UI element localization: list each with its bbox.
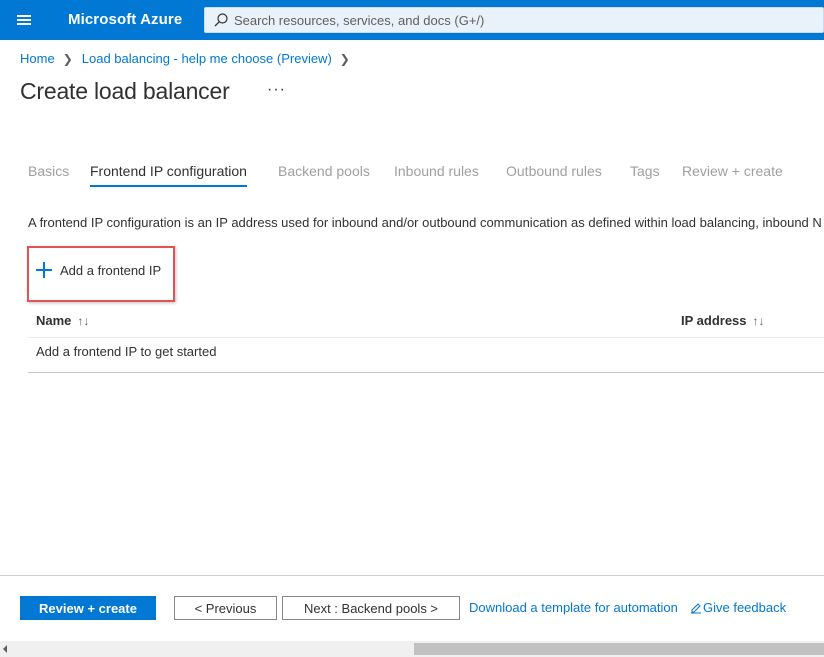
column-header-ip-address[interactable]: IP address ↑↓ — [681, 313, 765, 328]
search-input[interactable]: Search resources, services, and docs (G+… — [204, 7, 824, 33]
search-placeholder: Search resources, services, and docs (G+… — [234, 13, 485, 28]
description-text: A frontend IP configuration is an IP add… — [28, 215, 822, 230]
breadcrumb-home[interactable]: Home — [20, 51, 55, 66]
tab-tags[interactable]: Tags — [630, 163, 660, 179]
add-frontend-ip-label: Add a frontend IP — [60, 263, 162, 278]
feedback-icon — [691, 603, 701, 614]
top-bar: Microsoft Azure Search resources, servic… — [0, 0, 824, 40]
next-button[interactable]: Next : Backend pools > — [282, 596, 460, 620]
column-header-name[interactable]: Name ↑↓ — [36, 313, 89, 328]
previous-button[interactable]: < Previous — [174, 596, 277, 620]
grid-header: Name ↑↓ IP address ↑↓ — [28, 310, 824, 338]
grid-empty-row: Add a frontend IP to get started — [28, 338, 824, 373]
horizontal-scrollbar[interactable] — [0, 641, 824, 657]
tab-review-create[interactable]: Review + create — [682, 163, 783, 179]
breadcrumb: Home ❯ Load balancing - help me choose (Pr… — [20, 51, 359, 66]
search-icon — [214, 13, 228, 27]
download-template-link[interactable]: Download a template for automation — [469, 600, 678, 615]
tab-inbound-rules[interactable]: Inbound rules — [394, 163, 479, 179]
tab-basics[interactable]: Basics — [28, 163, 69, 179]
give-feedback-link[interactable]: Give feedback — [690, 600, 786, 615]
review-create-button[interactable]: Review + create — [20, 596, 156, 620]
hamburger-icon[interactable] — [9, 6, 39, 34]
chevron-right-icon: ❯ — [62, 52, 73, 66]
more-options-button[interactable]: ··· — [267, 81, 286, 99]
scrollbar-thumb[interactable] — [414, 643, 824, 655]
tab-frontend-ip-configuration[interactable]: Frontend IP configuration — [90, 163, 247, 187]
sort-icon: ↑↓ — [77, 314, 90, 328]
tab-backend-pools[interactable]: Backend pools — [278, 163, 370, 179]
footer-divider — [0, 575, 824, 576]
tab-outbound-rules[interactable]: Outbound rules — [506, 163, 602, 179]
scroll-left-arrow-icon[interactable] — [3, 645, 7, 653]
empty-state-text: Add a frontend IP to get started — [36, 344, 217, 359]
brand-title[interactable]: Microsoft Azure — [68, 11, 182, 28]
plus-icon — [36, 262, 52, 278]
breadcrumb-load-balancing[interactable]: Load balancing - help me choose (Preview… — [82, 51, 332, 66]
chevron-right-icon: ❯ — [339, 52, 350, 66]
page-title: Create load balancer — [20, 78, 230, 104]
sort-icon: ↑↓ — [752, 314, 765, 328]
